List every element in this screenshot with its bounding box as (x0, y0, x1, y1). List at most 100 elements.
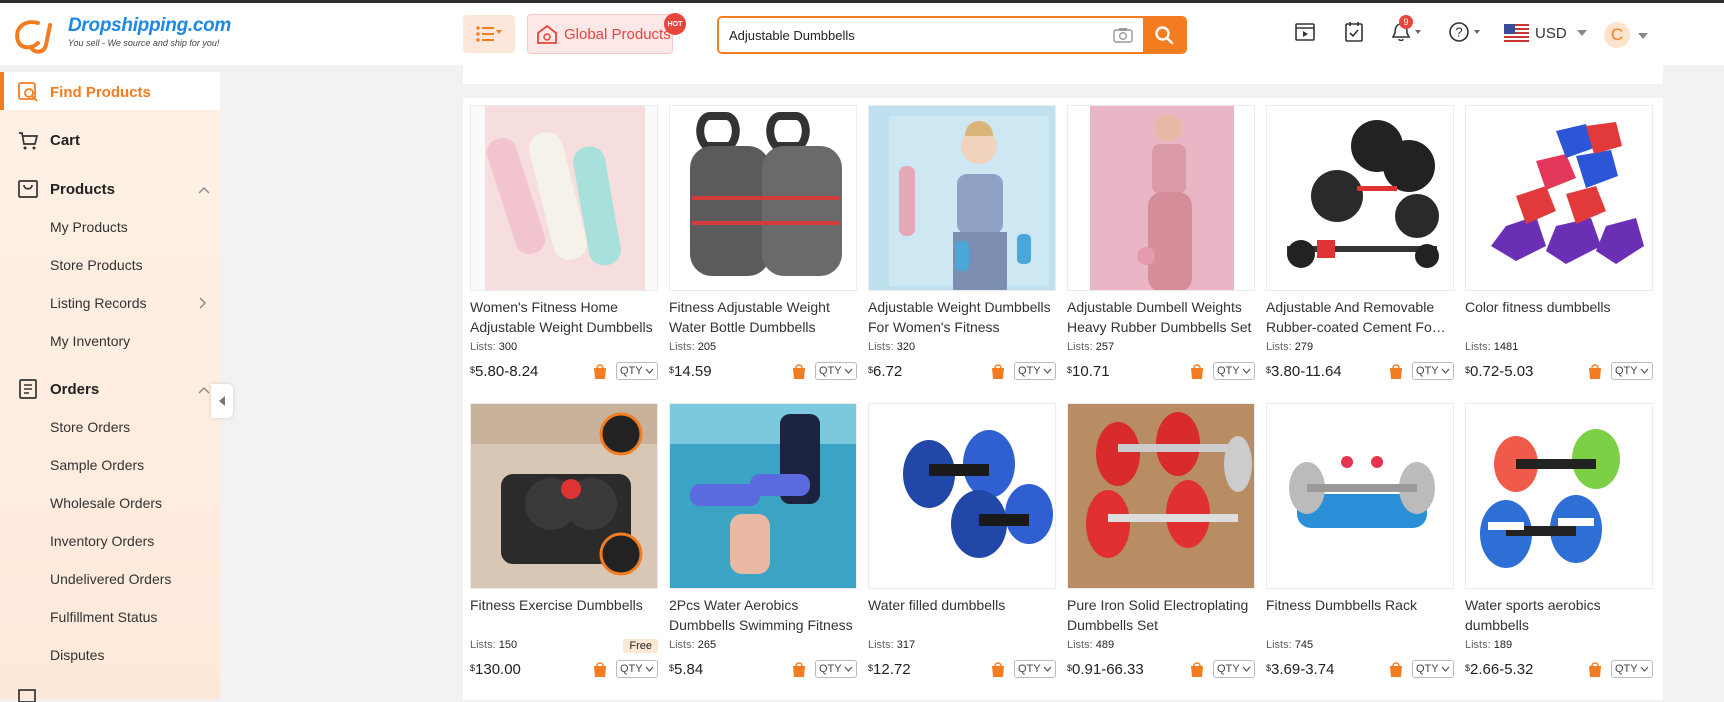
sidebar-item-cart[interactable]: Cart (18, 130, 80, 150)
product-title[interactable]: Fitness Adjustable Weight Water Bottle D… (669, 297, 857, 337)
product-card[interactable]: Color fitness dumbbells Lists: 1481 $0.7… (1465, 105, 1653, 381)
sidebar-item-products[interactable]: Products (18, 179, 115, 199)
sidebar-collapse-toggle[interactable] (211, 384, 233, 418)
notifications-bell-icon[interactable]: 9 (1391, 15, 1425, 43)
qty-selector[interactable]: QTY (1412, 362, 1454, 380)
add-to-cart-bag-icon[interactable] (1587, 661, 1603, 678)
product-card[interactable]: 2Pcs Water Aerobics Dumbbells Swimming F… (669, 403, 857, 679)
product-card[interactable]: Water filled dumbbells Lists: 317 $12.72… (868, 403, 1056, 679)
search-button[interactable] (1143, 18, 1185, 52)
product-title[interactable]: Fitness Exercise Dumbbells (470, 595, 658, 635)
product-image-dumbbell-rack[interactable] (1266, 403, 1454, 589)
product-image-foam-aerobics-dumbbells[interactable] (1465, 403, 1653, 589)
product-image-woman-pink-outfit[interactable] (1067, 105, 1255, 291)
sidebar-item-my-inventory[interactable]: My Inventory (50, 333, 130, 349)
product-title[interactable]: Water filled dumbbells (868, 595, 1056, 635)
qty-selector[interactable]: QTY (1412, 660, 1454, 678)
chevron-down-icon (1242, 666, 1251, 672)
product-title[interactable]: Adjustable Dumbell Weights Heavy Rubber … (1067, 297, 1255, 337)
qty-selector[interactable]: QTY (1014, 660, 1056, 678)
product-price: $3.69-3.74 (1266, 661, 1388, 678)
image-search-camera-icon[interactable] (1103, 27, 1143, 43)
add-to-cart-bag-icon[interactable] (990, 363, 1006, 380)
product-image-kettlebell-dumbbells[interactable] (669, 105, 857, 291)
avatar-chevron-down-icon[interactable] (1636, 31, 1650, 41)
product-card[interactable]: Water sports aerobics dumbbells Lists: 1… (1465, 403, 1653, 679)
product-image-black-barbell-set[interactable] (1266, 105, 1454, 291)
add-to-cart-bag-icon[interactable] (1189, 363, 1205, 380)
add-to-cart-bag-icon[interactable] (592, 661, 608, 678)
add-to-cart-bag-icon[interactable] (1189, 661, 1205, 678)
add-to-cart-bag-icon[interactable] (1587, 363, 1603, 380)
qty-selector[interactable]: QTY (815, 362, 857, 380)
chevron-down-icon (1043, 368, 1052, 374)
qty-selector[interactable]: QTY (1611, 660, 1653, 678)
listing-records-chevron-right-icon[interactable] (198, 297, 206, 312)
qty-selector[interactable]: QTY (1213, 660, 1255, 678)
product-card[interactable]: Women's Fitness Home Adjustable Weight D… (470, 105, 658, 381)
add-to-cart-bag-icon[interactable] (791, 661, 807, 678)
add-to-cart-bag-icon[interactable] (1388, 363, 1404, 380)
product-image-water-aerobics[interactable] (669, 403, 857, 589)
currency-selector[interactable]: USD (1504, 24, 1589, 42)
product-image-blue-water-dumbbells[interactable] (868, 403, 1056, 589)
help-icon[interactable]: ? (1448, 21, 1486, 43)
sidebar-item-inventory-orders[interactable]: Inventory Orders (50, 533, 154, 549)
global-products-button[interactable]: Global Products HOT (527, 13, 686, 54)
sidebar-item-disputes[interactable]: Disputes (50, 647, 104, 663)
sidebar-item-my-products[interactable]: My Products (50, 219, 128, 235)
search-input[interactable] (719, 18, 1103, 52)
category-menu-button[interactable] (463, 15, 515, 53)
product-title[interactable]: 2Pcs Water Aerobics Dumbbells Swimming F… (669, 595, 857, 635)
qty-selector[interactable]: QTY (1213, 362, 1255, 380)
product-title[interactable]: Women's Fitness Home Adjustable Weight D… (470, 297, 658, 337)
sidebar-item-find-products[interactable]: Find Products (18, 82, 151, 102)
product-title[interactable]: Water sports aerobics dumbbells (1465, 595, 1653, 635)
price-value: 6.72 (873, 362, 903, 380)
sidebar-item-undelivered-orders[interactable]: Undelivered Orders (50, 571, 171, 587)
product-card[interactable]: Fitness Dumbbells Rack Lists: 745 $3.69-… (1266, 403, 1454, 679)
add-to-cart-bag-icon[interactable] (990, 661, 1006, 678)
product-card[interactable]: Adjustable And Removable Rubber-coated C… (1266, 105, 1454, 381)
product-image-color-hex-dumbbells[interactable] (1465, 105, 1653, 291)
product-title[interactable]: Color fitness dumbbells (1465, 297, 1653, 337)
product-price: $3.80-11.64 (1266, 363, 1388, 380)
products-collapse-chevron-icon[interactable] (198, 185, 210, 197)
sidebar-item-sample-orders[interactable]: Sample Orders (50, 457, 144, 473)
qty-label: QTY (1416, 365, 1439, 377)
add-to-cart-bag-icon[interactable] (1388, 661, 1404, 678)
tasks-check-icon[interactable] (1343, 21, 1365, 43)
product-image-selectable-dumbbell[interactable] (470, 403, 658, 589)
sidebar-item-store-products[interactable]: Store Products (50, 257, 143, 273)
qty-selector[interactable]: QTY (1611, 362, 1653, 380)
product-title[interactable]: Pure Iron Solid Electroplating Dumbbells… (1067, 595, 1255, 635)
sidebar-item-store-orders[interactable]: Store Orders (50, 419, 130, 435)
product-title[interactable]: Fitness Dumbbells Rack (1266, 595, 1454, 635)
product-card[interactable]: Fitness Adjustable Weight Water Bottle D… (669, 105, 857, 381)
qty-selector[interactable]: QTY (1014, 362, 1056, 380)
video-icon[interactable] (1294, 21, 1316, 43)
orders-collapse-chevron-icon[interactable] (198, 385, 210, 397)
sidebar-item-listing-records[interactable]: Listing Records (50, 295, 147, 311)
product-title[interactable]: Adjustable Weight Dumbbells For Women's … (868, 297, 1056, 337)
qty-selector[interactable]: QTY (815, 660, 857, 678)
product-card[interactable]: Adjustable Weight Dumbbells For Women's … (868, 105, 1056, 381)
product-card[interactable]: Fitness Exercise Dumbbells Lists: 150 Fre… (470, 403, 658, 679)
add-to-cart-bag-icon[interactable] (791, 363, 807, 380)
product-image-pastel-dumbbells[interactable] (470, 105, 658, 291)
price-currency: $ (669, 662, 675, 673)
qty-selector[interactable]: QTY (616, 660, 658, 678)
product-card[interactable]: Adjustable Dumbell Weights Heavy Rubber … (1067, 105, 1255, 381)
sidebar-item-orders[interactable]: Orders (18, 379, 99, 399)
product-card[interactable]: Pure Iron Solid Electroplating Dumbbells… (1067, 403, 1255, 679)
add-to-cart-bag-icon[interactable] (592, 363, 608, 380)
product-image-woman-with-dumbbells[interactable] (868, 105, 1056, 291)
product-image-red-iron-dumbbells[interactable] (1067, 403, 1255, 589)
sidebar-item-fulfillment-status[interactable]: Fulfillment Status (50, 609, 157, 625)
price-currency: $ (1465, 662, 1471, 673)
sidebar-item-wholesale-orders[interactable]: Wholesale Orders (50, 495, 162, 511)
avatar[interactable]: C (1604, 22, 1630, 48)
product-title[interactable]: Adjustable And Removable Rubber-coated C… (1266, 297, 1454, 337)
logo[interactable]: Dropshipping.com You sell - We source an… (10, 15, 231, 55)
qty-selector[interactable]: QTY (616, 362, 658, 380)
